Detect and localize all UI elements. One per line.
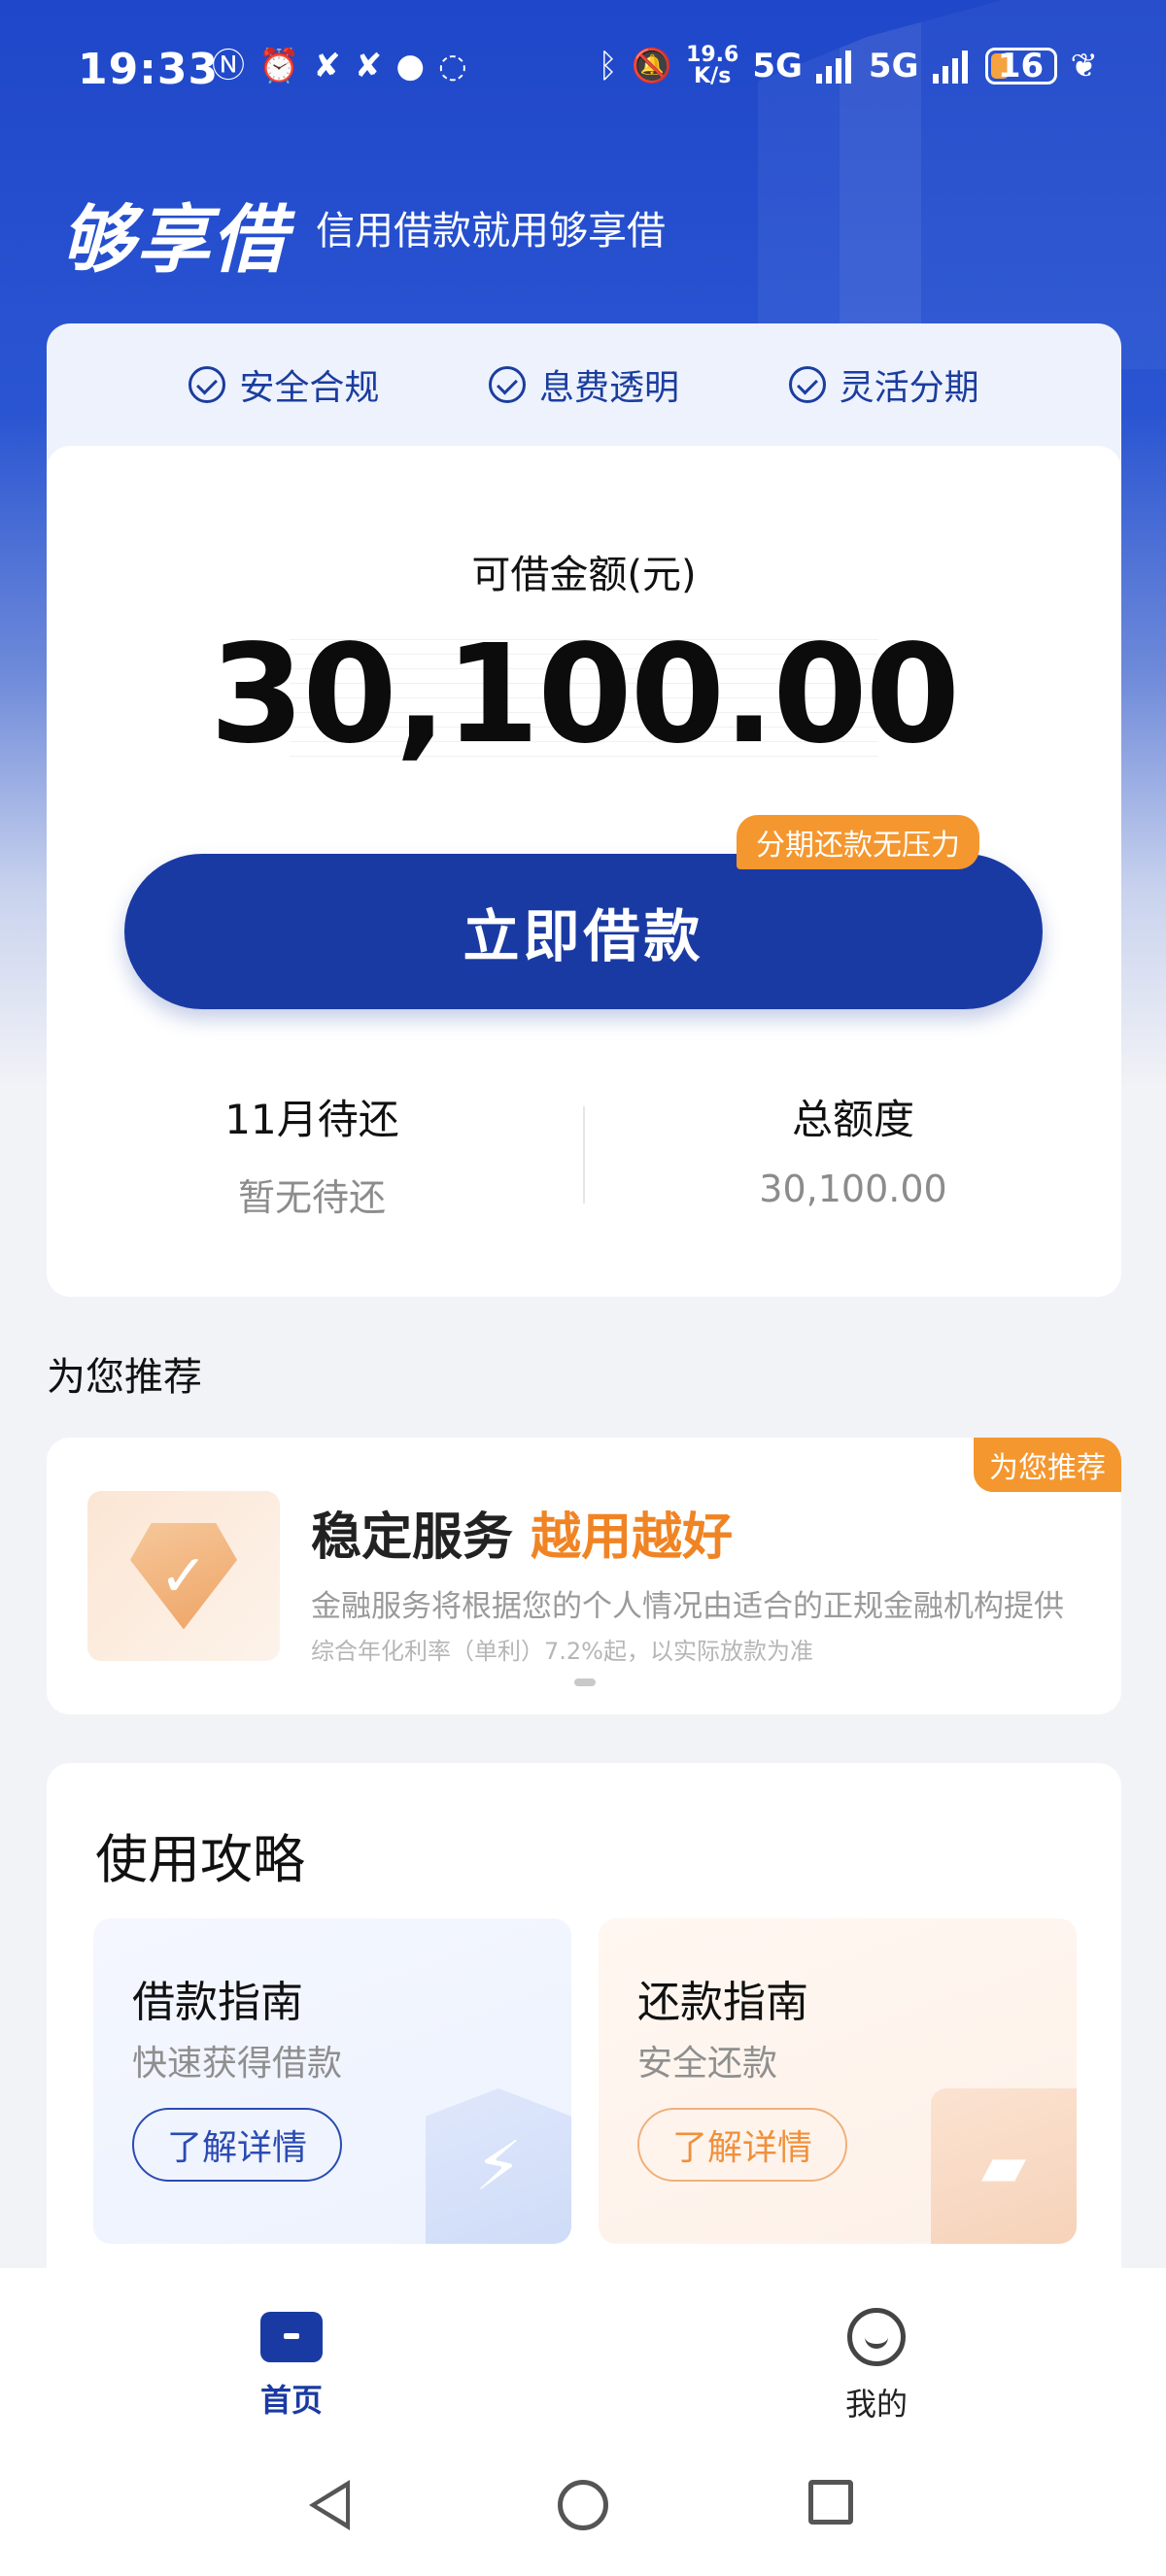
tab-home-label: 首页: [259, 2382, 323, 2419]
bluetooth-icon: ᛒ: [598, 47, 618, 85]
repay-guide-card[interactable]: 还款指南 安全还款 了解详情 ▰: [599, 1918, 1077, 2244]
check-circle-icon: [788, 366, 826, 403]
app-slogan: 信用借款就用够享借: [316, 209, 666, 254]
tab-mine[interactable]: 我的: [779, 2308, 974, 2424]
message-icon: ●: [395, 47, 426, 85]
feature-item: 息费透明: [488, 359, 679, 410]
network-type-1: 5G: [752, 47, 803, 85]
tab-home[interactable]: 首页: [194, 2312, 389, 2421]
status-bar: 19:33 Ⓝ ⏰ ✘ ✘ ● ◌ ᛒ 🔕 19.6 K/s 5G 5G 16 …: [0, 0, 1166, 146]
recommend-badge: 为您推荐: [974, 1438, 1121, 1492]
signal-icon: [815, 49, 855, 84]
borrow-guide-title: 借款指南: [132, 1978, 303, 2027]
leaf-icon: ❦: [1070, 47, 1099, 85]
mute-bell-icon: 🔕: [631, 47, 673, 85]
feature-item: 灵活分期: [788, 359, 979, 410]
recents-icon[interactable]: [808, 2480, 853, 2525]
net-speed: 19.6 K/s: [686, 43, 739, 88]
smiley-profile-icon: [847, 2308, 906, 2366]
shield-check-icon: ✓: [130, 1522, 237, 1630]
loan-card: 安全合规 息费透明 灵活分期 可借金额(元) 30,100.00 立即借款 分期…: [47, 323, 1121, 1297]
home-circle-icon[interactable]: [558, 2480, 608, 2530]
status-right-icons: ᛒ 🔕 19.6 K/s 5G 5G 16 ❦: [598, 45, 1098, 87]
signal-icon: [932, 49, 972, 84]
divider: [583, 1106, 585, 1203]
feature-strip: 安全合规 息费透明 灵活分期: [47, 323, 1121, 446]
chat-icon: ◌: [438, 47, 467, 85]
monthly-due-value: 暂无待还: [237, 1176, 386, 1219]
installment-promo-tag: 分期还款无压力: [737, 815, 979, 869]
status-time: 19:33: [78, 45, 220, 94]
recommend-headline: 稳定服务 越用越好: [311, 1508, 734, 1567]
total-limit-value: 30,100.00: [759, 1168, 947, 1210]
carousel-indicator: [574, 1678, 596, 1686]
loan-card-body: 可借金额(元) 30,100.00 立即借款 分期还款无压力 11月待还 暂无待…: [47, 446, 1121, 1297]
missed-call-icon: ✘: [313, 47, 341, 85]
total-limit[interactable]: 总额度 30,100.00: [659, 1087, 1047, 1210]
nfc-icon: Ⓝ: [212, 47, 245, 85]
repay-guide-title: 还款指南: [637, 1978, 808, 2027]
usage-guide-title: 使用攻略: [95, 1829, 305, 1890]
app-logo: 够享借: [60, 196, 288, 283]
available-amount-label: 可借金额(元): [471, 553, 697, 597]
recommend-banner[interactable]: 为您推荐 ✓ 稳定服务 越用越好 金融服务将根据您的个人情况由适合的正规金融机构…: [47, 1438, 1121, 1714]
recommend-thumbnail: ✓: [87, 1491, 280, 1661]
rate-note: 综合年化利率（单利）7.2%起，以实际放款为准: [311, 1638, 813, 1665]
total-limit-title: 总额度: [791, 1096, 914, 1143]
missed-call-icon: ✘: [354, 47, 383, 85]
wallet-icon: ▰: [931, 2088, 1077, 2244]
bottom-tab-bar: 首页 我的: [0, 2268, 1166, 2453]
alarm-icon: ⏰: [258, 47, 300, 85]
status-left-icons: Ⓝ ⏰ ✘ ✘ ● ◌: [212, 47, 467, 85]
available-amount: 30,100.00: [209, 616, 960, 774]
check-circle-icon: [488, 366, 526, 403]
repay-guide-details-button[interactable]: 了解详情: [637, 2108, 848, 2182]
home-icon: [260, 2312, 323, 2362]
lightning-shield-icon: ⚡: [426, 2088, 571, 2244]
system-navigation-bar: [0, 2453, 1166, 2576]
check-circle-icon: [189, 366, 226, 403]
battery-icon: 16: [984, 47, 1057, 85]
borrow-guide-subtitle: 快速获得借款: [132, 2044, 343, 2084]
back-icon[interactable]: [309, 2480, 350, 2530]
recommend-description: 金融服务将根据您的个人情况由适合的正规金融机构提供: [311, 1589, 1064, 1624]
borrow-guide-card[interactable]: 借款指南 快速获得借款 了解详情 ⚡: [93, 1918, 571, 2244]
repay-guide-subtitle: 安全还款: [637, 2044, 778, 2084]
monthly-due[interactable]: 11月待还 暂无待还: [118, 1087, 506, 1221]
feature-item: 安全合规: [189, 359, 379, 410]
tab-mine-label: 我的: [844, 2386, 908, 2423]
battery-level: 16: [997, 47, 1045, 85]
recommend-section-title: 为您推荐: [47, 1355, 202, 1400]
usage-guide-section: 使用攻略 借款指南 快速获得借款 了解详情 ⚡ 还款指南 安全还款 了解详情 ▰: [47, 1763, 1121, 2307]
monthly-due-title: 11月待还: [224, 1096, 399, 1143]
borrow-now-button[interactable]: 立即借款: [124, 854, 1043, 1009]
network-type-2: 5G: [868, 47, 919, 85]
borrow-guide-details-button[interactable]: 了解详情: [132, 2108, 343, 2182]
